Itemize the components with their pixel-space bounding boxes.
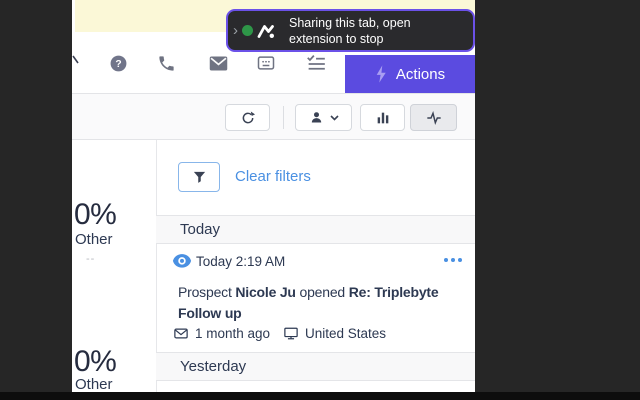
filter-funnel-icon: [192, 170, 207, 185]
controls-divider: [283, 106, 284, 129]
bar-chart-icon: [375, 110, 391, 126]
bottom-edge-strip: [0, 392, 640, 400]
controls-row: [72, 93, 475, 140]
stat-value: 0%: [74, 198, 116, 232]
eye-opened-icon: [172, 253, 192, 269]
notification-message: Sharing this tab, open extension to stop: [289, 15, 411, 47]
actions-label: Actions: [396, 66, 445, 83]
location-text: United States: [305, 326, 386, 341]
section-header-yesterday: Yesterday: [156, 352, 475, 381]
refresh-button[interactable]: [225, 104, 270, 131]
monitor-icon: [284, 327, 298, 340]
cursor-artifact: [72, 54, 80, 66]
activity-timestamp: Today 2:19 AM: [196, 254, 285, 269]
expand-chevron-icon[interactable]: ›: [233, 23, 238, 38]
help-icon[interactable]: ?: [105, 50, 131, 76]
filter-button[interactable]: [178, 162, 220, 192]
recording-status-dot: [242, 25, 253, 36]
person-filter-button[interactable]: [295, 104, 352, 131]
activity-message: Prospect Nicole Ju opened Re: Triplebyte…: [178, 282, 474, 324]
section-header-today: Today: [156, 215, 475, 244]
prospect-name: Nicole Ju: [235, 284, 295, 300]
overflow-menu-icon[interactable]: [444, 258, 462, 262]
dialpad-icon[interactable]: [253, 50, 279, 76]
tasks-icon[interactable]: [303, 50, 329, 76]
stat-value: 0%: [74, 345, 116, 379]
section-label: Today: [180, 221, 220, 238]
activity-pulse-icon: [425, 110, 443, 126]
mail-icon[interactable]: [205, 50, 231, 76]
lightning-icon: [375, 65, 387, 83]
clear-filters-link[interactable]: Clear filters: [235, 168, 311, 185]
app-window: ?: [72, 0, 475, 392]
activity-age: 1 month ago: [174, 326, 270, 341]
age-text: 1 month ago: [195, 326, 270, 341]
section-label: Yesterday: [180, 358, 246, 375]
stat-label: Other: [75, 376, 113, 393]
stat-label: Other: [75, 231, 113, 248]
actions-button[interactable]: Actions: [345, 55, 475, 93]
bar-chart-button[interactable]: [360, 104, 405, 131]
tab-sharing-notification: › Sharing this tab, open extension to st…: [226, 9, 475, 52]
phone-icon[interactable]: [153, 50, 179, 76]
stat-sub-value: --: [86, 253, 95, 265]
screen: ?: [0, 0, 640, 400]
extension-logo-icon: [257, 22, 279, 40]
activity-prefix: Prospect: [178, 284, 235, 300]
activity-verb: opened: [296, 284, 349, 300]
svg-text:?: ?: [115, 59, 121, 70]
envelope-icon: [174, 328, 188, 339]
refresh-icon: [240, 110, 256, 126]
chevron-down-icon: [330, 115, 339, 121]
activity-location: United States: [284, 326, 386, 341]
activity-pulse-button[interactable]: [410, 104, 457, 131]
person-icon: [309, 110, 324, 125]
